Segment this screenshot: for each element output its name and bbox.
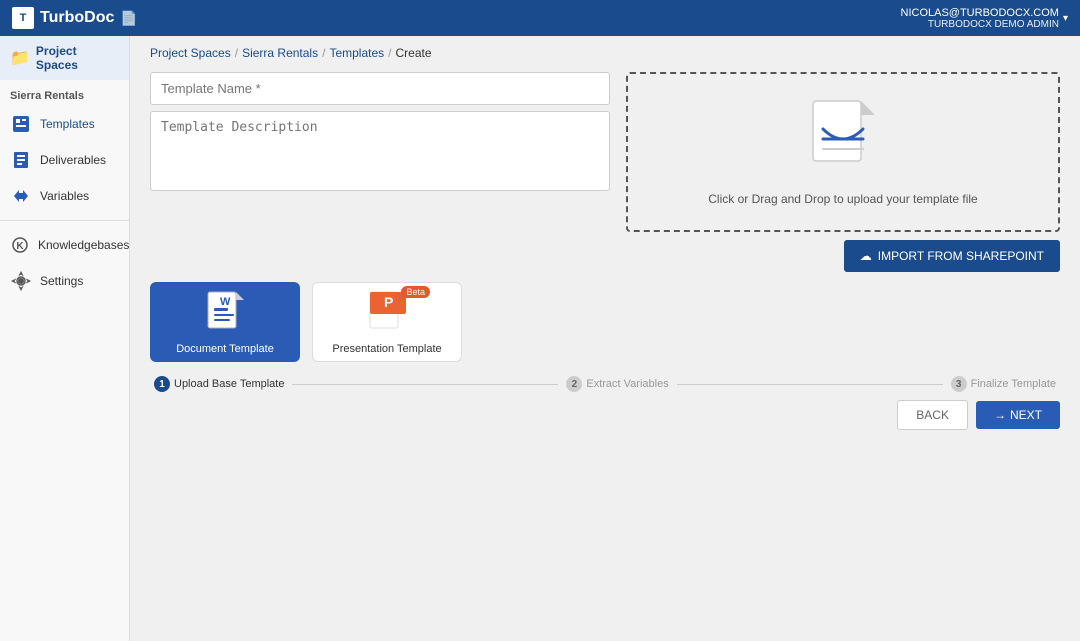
arrow-right-icon: → (994, 408, 1006, 422)
deliverables-icon (10, 149, 32, 171)
presentation-template-icon: P Beta (368, 290, 406, 337)
next-button-label: NEXT (1010, 408, 1042, 422)
user-email: NICOLAS@TURBODOCX.COM (901, 7, 1059, 19)
upload-section: Click or Drag and Drop to upload your te… (626, 72, 1060, 272)
user-menu[interactable]: NICOLAS@TURBODOCX.COM TURBODOCX DEMO ADM… (901, 7, 1069, 30)
sidebar-variables-label: Variables (40, 189, 89, 203)
form-actions: BACK → NEXT (150, 400, 1060, 430)
template-description-input[interactable] (150, 111, 610, 191)
sidebar-item-templates[interactable]: Templates (0, 106, 129, 142)
sidebar-deliverables-label: Deliverables (40, 153, 106, 167)
form-left (150, 72, 610, 272)
breadcrumb-sep-2: / (322, 46, 325, 60)
step-3-num: 3 (951, 376, 967, 392)
breadcrumb: Project Spaces / Sierra Rentals / Templa… (150, 46, 1060, 60)
document-template-icon: W (206, 290, 244, 337)
back-button[interactable]: BACK (897, 400, 968, 430)
step-2-label: Extract Variables (586, 378, 668, 390)
logo: T TurboDoc 📄 (12, 7, 138, 29)
logo-icon: T (12, 7, 34, 29)
sidebar-item-deliverables[interactable]: Deliverables (0, 142, 129, 178)
upload-dropzone[interactable]: Click or Drag and Drop to upload your te… (626, 72, 1060, 232)
settings-icon (10, 270, 32, 292)
upload-text: Click or Drag and Drop to upload your te… (708, 192, 977, 206)
template-card-presentation[interactable]: P Beta Presentation Template (312, 282, 462, 362)
knowledgebases-icon: K (10, 234, 30, 256)
templates-icon (10, 113, 32, 135)
steps-indicator: 1 Upload Base Template 2 Extract Variabl… (150, 376, 1060, 392)
import-button-label: IMPORT FROM SHAREPOINT (878, 249, 1044, 263)
step-3-label: Finalize Template (971, 378, 1056, 390)
next-button[interactable]: → NEXT (976, 401, 1060, 429)
logo-text: TurboDoc (40, 9, 114, 27)
sidebar-templates-label: Templates (40, 117, 95, 131)
sidebar-settings-label: Settings (40, 274, 83, 288)
template-type-cards: W Document Template P Beta Presentation … (150, 282, 1060, 362)
template-card-document[interactable]: W Document Template (150, 282, 300, 362)
cloud-upload-icon: ☁ (860, 249, 872, 263)
app-header: T TurboDoc 📄 NICOLAS@TURBODOCX.COM TURBO… (0, 0, 1080, 36)
sidebar-item-variables[interactable]: Variables (0, 178, 129, 214)
document-template-label: Document Template (176, 343, 274, 355)
sidebar: 📁 Project Spaces Sierra Rentals Template… (0, 36, 130, 641)
project-spaces-label: Project Spaces (36, 44, 119, 72)
sidebar-item-project-spaces[interactable]: 📁 Project Spaces (0, 36, 129, 80)
step-1: 1 Upload Base Template (154, 376, 284, 392)
svg-text:W: W (220, 296, 231, 308)
step-1-label: Upload Base Template (174, 378, 284, 390)
breadcrumb-project-spaces[interactable]: Project Spaces (150, 46, 231, 60)
beta-badge: Beta (401, 286, 430, 298)
presentation-template-label: Presentation Template (332, 343, 441, 355)
breadcrumb-create: Create (395, 46, 431, 60)
sidebar-item-settings[interactable]: Settings (0, 263, 129, 299)
variables-icon (10, 185, 32, 207)
step-2: 2 Extract Variables (566, 376, 668, 392)
sidebar-knowledgebases-label: Knowledgebases (38, 238, 129, 252)
upload-file-icon (808, 99, 878, 184)
step-1-num: 1 (154, 376, 170, 392)
svg-text:P: P (384, 294, 393, 310)
breadcrumb-sierra-rentals[interactable]: Sierra Rentals (242, 46, 318, 60)
step-2-num: 2 (566, 376, 582, 392)
breadcrumb-sep-1: / (235, 46, 238, 60)
step-line-1 (292, 384, 558, 385)
main-content: Project Spaces / Sierra Rentals / Templa… (130, 36, 1080, 641)
main-layout: 📁 Project Spaces Sierra Rentals Template… (0, 36, 1080, 641)
chevron-down-icon: ▾ (1063, 13, 1068, 24)
step-line-2 (677, 384, 943, 385)
sidebar-section-label: Sierra Rentals (0, 80, 129, 106)
user-role: TURBODOCX DEMO ADMIN (901, 19, 1059, 30)
sidebar-item-knowledgebases[interactable]: K Knowledgebases (0, 227, 129, 263)
logo-doc-icon: 📄 (120, 10, 137, 27)
folder-icon: 📁 (10, 48, 30, 68)
form-upload-row: Click or Drag and Drop to upload your te… (150, 72, 1060, 272)
import-sharepoint-button[interactable]: ☁ IMPORT FROM SHAREPOINT (844, 240, 1060, 272)
breadcrumb-sep-3: / (388, 46, 391, 60)
sidebar-divider (0, 220, 129, 221)
breadcrumb-templates[interactable]: Templates (329, 46, 384, 60)
svg-text:K: K (16, 241, 24, 252)
step-3: 3 Finalize Template (951, 376, 1056, 392)
user-info: NICOLAS@TURBODOCX.COM TURBODOCX DEMO ADM… (901, 7, 1059, 30)
template-name-input[interactable] (150, 72, 610, 105)
